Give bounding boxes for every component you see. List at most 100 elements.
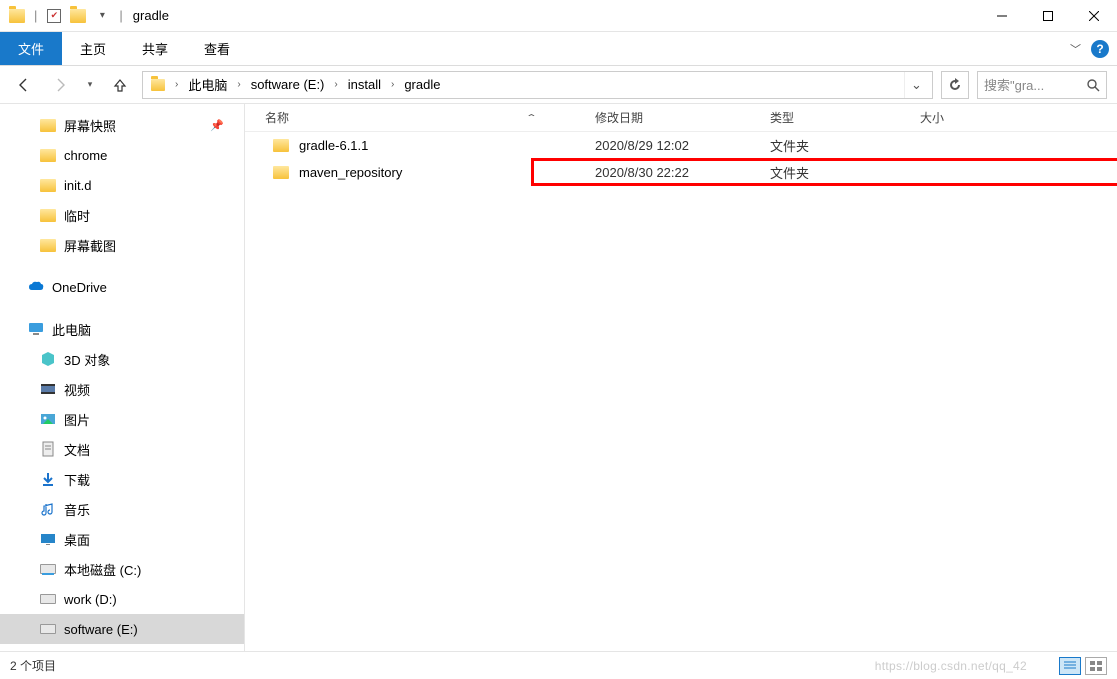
column-size[interactable]: 大小 (920, 109, 1020, 126)
separator: | (119, 8, 122, 23)
sidebar-item-pictures[interactable]: 图片 (0, 404, 244, 434)
sidebar-item-label: 临时 (64, 206, 90, 225)
sidebar-item-label: software (E:) (64, 622, 138, 637)
file-type: 文件夹 (770, 136, 920, 155)
sidebar-item-label: 视频 (64, 380, 90, 399)
sidebar-item-label: chrome (64, 148, 107, 163)
sidebar-item-label: 文档 (64, 440, 90, 459)
ribbon-tabs: 文件 主页 共享 查看 ﹀ ? (0, 32, 1117, 66)
column-date[interactable]: 修改日期 (595, 109, 770, 126)
view-large-button[interactable] (1085, 657, 1107, 675)
file-row[interactable]: gradle-6.1.1 2020/8/29 12:02 文件夹 (245, 132, 1117, 159)
tab-share[interactable]: 共享 (124, 32, 186, 65)
sidebar-item-disk-e[interactable]: software (E:) (0, 614, 244, 644)
help-icon[interactable]: ? (1091, 40, 1109, 58)
sidebar-item-screenshot1[interactable]: 屏幕快照 📌 (0, 110, 244, 140)
sort-caret-icon: ⌃ (526, 113, 538, 122)
refresh-button[interactable] (941, 71, 969, 99)
folder-icon (40, 119, 56, 132)
title-bar: | ✔ ▾ | gradle (0, 0, 1117, 32)
forward-button[interactable] (46, 71, 74, 99)
refresh-icon (948, 78, 962, 92)
chevron-right-icon[interactable]: › (171, 79, 182, 90)
close-button[interactable] (1071, 0, 1117, 32)
sidebar-item-temp[interactable]: 临时 (0, 200, 244, 230)
column-name[interactable]: 名称 ⌃ (265, 109, 595, 126)
back-button[interactable] (10, 71, 38, 99)
onedrive-icon (28, 279, 44, 295)
large-icon (1090, 661, 1102, 671)
video-icon (40, 381, 56, 397)
folder-icon (40, 209, 56, 222)
disk-icon (40, 564, 56, 574)
chevron-right-icon[interactable]: › (330, 79, 341, 90)
quick-access-toolbar: | ✔ ▾ | (6, 5, 127, 27)
arrow-right-icon (52, 77, 68, 93)
search-icon[interactable] (1086, 78, 1100, 92)
separator: | (34, 8, 37, 23)
3d-icon (40, 351, 56, 367)
tab-home[interactable]: 主页 (62, 32, 124, 65)
file-name: gradle-6.1.1 (299, 138, 368, 153)
sidebar-item-disk-c[interactable]: 本地磁盘 (C:) (0, 554, 244, 584)
column-headers: 名称 ⌃ 修改日期 类型 大小 (245, 104, 1117, 132)
crumb-install[interactable]: install (344, 72, 385, 98)
sidebar-item-chrome[interactable]: chrome (0, 140, 244, 170)
crumb-software[interactable]: software (E:) (247, 72, 329, 98)
ribbon-expand-icon[interactable]: ﹀ (1070, 41, 1081, 57)
column-type[interactable]: 类型 (770, 109, 920, 126)
arrow-left-icon (16, 77, 32, 93)
tab-view[interactable]: 查看 (186, 32, 248, 65)
navigation-bar: ▾ › 此电脑 › software (E:) › install › grad… (0, 66, 1117, 104)
sidebar-item-documents[interactable]: 文档 (0, 434, 244, 464)
recent-dropdown[interactable]: ▾ (82, 71, 98, 99)
tab-file[interactable]: 文件 (0, 32, 62, 65)
view-details-button[interactable] (1059, 657, 1081, 675)
maximize-icon (1043, 11, 1053, 21)
sidebar-item-3dobjects[interactable]: 3D 对象 (0, 344, 244, 374)
sidebar-item-disk-d[interactable]: work (D:) (0, 584, 244, 614)
sidebar-item-initd[interactable]: init.d (0, 170, 244, 200)
folder-icon (40, 149, 56, 162)
up-button[interactable] (106, 71, 134, 99)
sidebar-item-screenshot2[interactable]: 屏幕截图 (0, 230, 244, 260)
sidebar-item-desktop[interactable]: 桌面 (0, 524, 244, 554)
sidebar-item-thispc[interactable]: 此电脑 (0, 314, 244, 344)
chevron-right-icon[interactable]: › (233, 79, 244, 90)
main-layout: 屏幕快照 📌 chrome init.d 临时 屏幕截图 OneDrive 此电… (0, 104, 1117, 651)
crumb-thispc[interactable]: 此电脑 (184, 72, 231, 98)
sidebar-item-videos[interactable]: 视频 (0, 374, 244, 404)
maximize-button[interactable] (1025, 0, 1071, 32)
qat-dropdown-icon[interactable]: ▾ (91, 5, 113, 27)
sidebar-item-label: 下载 (64, 470, 90, 489)
pc-icon (28, 321, 44, 337)
sidebar-item-label: 音乐 (64, 500, 90, 519)
chevron-right-icon[interactable]: › (387, 79, 398, 90)
status-item-count: 2 个项目 (10, 657, 56, 674)
properties-checkbox-icon[interactable]: ✔ (43, 5, 65, 27)
address-bar[interactable]: › 此电脑 › software (E:) › install › gradle… (142, 71, 933, 99)
sidebar-item-label: OneDrive (52, 280, 107, 295)
sidebar-item-onedrive[interactable]: OneDrive (0, 272, 244, 302)
address-dropdown-icon[interactable]: ⌄ (904, 72, 928, 98)
sidebar-item-label: init.d (64, 178, 91, 193)
sidebar-item-label: 图片 (64, 410, 90, 429)
sidebar-item-label: 屏幕截图 (64, 236, 116, 255)
disk-icon (40, 624, 56, 634)
folder-icon (40, 179, 56, 192)
sidebar-item-label: 3D 对象 (64, 350, 110, 369)
sidebar-item-downloads[interactable]: 下载 (0, 464, 244, 494)
folder-icon (40, 239, 56, 252)
search-placeholder: 搜索"gra... (984, 75, 1044, 94)
file-list-pane: 名称 ⌃ 修改日期 类型 大小 gradle-6.1.1 2020/8/29 1… (245, 104, 1117, 651)
search-input[interactable]: 搜索"gra... (977, 71, 1107, 99)
watermark-text: https://blog.csdn.net/qq_42 (875, 659, 1027, 673)
details-icon (1064, 661, 1076, 671)
crumb-gradle[interactable]: gradle (400, 72, 444, 98)
folder-icon (273, 166, 289, 179)
desktop-icon (40, 531, 56, 547)
minimize-button[interactable] (979, 0, 1025, 32)
sidebar-item-music[interactable]: 音乐 (0, 494, 244, 524)
file-row[interactable]: maven_repository 2020/8/30 22:22 文件夹 (245, 159, 1117, 186)
navigation-pane[interactable]: 屏幕快照 📌 chrome init.d 临时 屏幕截图 OneDrive 此电… (0, 104, 245, 651)
